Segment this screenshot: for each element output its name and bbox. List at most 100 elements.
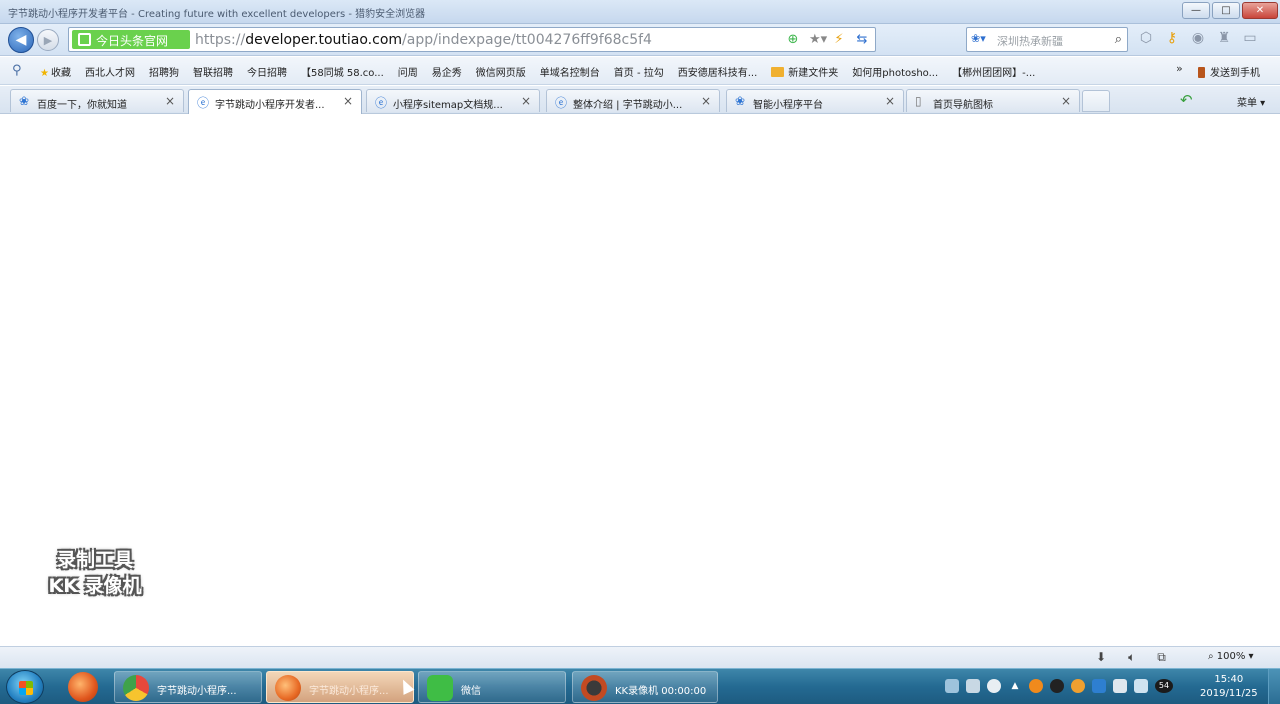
favorite-item[interactable]: 今日招聘	[247, 64, 287, 79]
favorite-item[interactable]: 收藏	[40, 64, 71, 79]
favorite-item[interactable]: 如何用photosho...	[852, 64, 938, 79]
favorite-item[interactable]: 西安德居科技有...	[678, 64, 758, 79]
favorites-more-button[interactable]: »	[1176, 62, 1183, 75]
favorite-star-icon[interactable]: ★▾	[809, 32, 827, 47]
close-icon[interactable]: ×	[885, 94, 895, 108]
game-icon[interactable]: ♜	[1216, 30, 1232, 48]
cheetah-icon[interactable]	[1029, 679, 1043, 693]
ie-icon: ⓔ	[197, 96, 210, 110]
keyboard-icon[interactable]	[966, 679, 980, 693]
tab-smart-miniprogram[interactable]: ❀ 智能小程序平台 ×	[726, 89, 904, 112]
watermark-line-1: 录制工具	[56, 549, 133, 571]
taskbar-item-liebao[interactable]: 字节跳动小程序...	[266, 671, 414, 703]
search-box[interactable]: ❀▾ 深圳热承新疆 ⌕	[966, 27, 1128, 52]
favorite-item[interactable]: 问周	[398, 64, 418, 79]
taskbar: 字节跳动小程序... 字节跳动小程序... 微信 KK录像机 00:00:00 …	[0, 668, 1280, 704]
tab-baidu[interactable]: ❀ 百度一下，你就知道 ×	[10, 89, 184, 112]
key-icon[interactable]: ⚷	[1164, 30, 1180, 48]
tab-bytedance-developer[interactable]: ⓔ 字节跳动小程序开发者... ×	[188, 89, 362, 114]
undo-close-tab-icon[interactable]: ↶	[1180, 91, 1193, 109]
favorites-list: 收藏 西北人才网 招聘狗 智联招聘 今日招聘 【58同城 58.co... 问周…	[40, 64, 1049, 79]
add-icon[interactable]: ⊕	[786, 32, 800, 47]
favorite-item[interactable]: 首页 - 拉勾	[614, 64, 664, 79]
search-input[interactable]: 深圳热承新疆	[997, 33, 1063, 49]
favorite-folder[interactable]: 新建文件夹	[771, 64, 838, 79]
site-verified-badge[interactable]: 今日头条官网	[72, 30, 190, 49]
tab-overview[interactable]: ⓔ 整体介绍 | 字节跳动小... ×	[546, 89, 720, 112]
close-icon[interactable]: ×	[1061, 94, 1071, 108]
send-to-phone-button[interactable]: 发送到手机	[1198, 64, 1260, 79]
favorite-item[interactable]: 招聘狗	[149, 64, 179, 79]
taskbar-item-label: 字节跳动小程序...	[157, 686, 237, 697]
new-tab-button[interactable]	[1082, 90, 1110, 112]
zoom-level: 100% ▾	[1216, 651, 1254, 662]
window-controls: — □ ✕	[1182, 2, 1278, 19]
bluetooth-icon[interactable]	[987, 679, 1001, 693]
window-title-bar: 字节跳动小程序开发者平台 - Creating future with exce…	[0, 0, 1280, 24]
tab-nav-icons[interactable]: ▯ 首页导航图标 ×	[906, 89, 1080, 112]
favorite-item[interactable]: 易企秀	[432, 64, 462, 79]
settings-icon[interactable]: ⬡	[1138, 30, 1154, 48]
tray-expand-icon[interactable]: ▲	[1008, 679, 1022, 693]
window-icon[interactable]: ▭	[1242, 30, 1258, 48]
pinned-browser-icon[interactable]	[68, 672, 98, 702]
baidu-icon: ❀	[735, 94, 746, 108]
favorite-item[interactable]: 【郴州团团网】-...	[952, 64, 1035, 79]
back-arrow-icon[interactable]: ◀	[8, 27, 34, 53]
device-icon[interactable]	[1113, 679, 1127, 693]
recorder-icon	[581, 675, 607, 701]
url-text[interactable]: https://developer.toutiao.com/app/indexp…	[195, 32, 652, 48]
search-icon[interactable]: ⌕	[1115, 32, 1122, 47]
maximize-button[interactable]: □	[1212, 2, 1240, 19]
volume-icon[interactable]: 🔈︎	[1128, 650, 1135, 665]
network-icon[interactable]	[1134, 679, 1148, 693]
download-icon[interactable]: ◉	[1190, 30, 1206, 48]
start-button[interactable]	[6, 670, 44, 704]
favorite-item[interactable]: 西北人才网	[85, 64, 135, 79]
firefox-icon[interactable]	[1071, 679, 1085, 693]
favorites-manager-icon[interactable]: ⚲	[12, 63, 22, 78]
favorite-item[interactable]: 单域名控制台	[540, 64, 600, 79]
wechat-icon	[427, 675, 453, 701]
tab-label: 小程序sitemap文档规...	[393, 100, 503, 111]
download-icon[interactable]: ⬇	[1096, 650, 1106, 665]
compat-mode-icon[interactable]: ⇆	[855, 32, 869, 47]
close-icon[interactable]: ×	[165, 94, 175, 108]
taskbar-item-chrome[interactable]: 字节跳动小程序...	[114, 671, 262, 703]
minimize-button[interactable]: —	[1182, 2, 1210, 19]
tab-label: 字节跳动小程序开发者...	[215, 100, 325, 111]
close-button[interactable]: ✕	[1242, 2, 1278, 19]
favorite-item[interactable]: 智联招聘	[193, 64, 233, 79]
taskbar-item-kk-recorder[interactable]: KK录像机 00:00:00	[572, 671, 718, 703]
tab-label: 首页导航图标	[933, 100, 993, 111]
windows-logo-icon	[19, 681, 33, 695]
favorite-item[interactable]: 微信网页版	[476, 64, 526, 79]
close-icon[interactable]: ×	[343, 94, 353, 108]
close-icon[interactable]: ×	[701, 94, 711, 108]
speed-mode-icon[interactable]: ⚡	[832, 32, 846, 47]
taskbar-item-wechat[interactable]: 微信	[418, 671, 566, 703]
camera-icon[interactable]	[945, 679, 959, 693]
zoom-control[interactable]: ⌕ 100% ▾	[1208, 651, 1254, 662]
address-bar[interactable]: 今日头条官网 https://developer.toutiao.com/app…	[68, 27, 876, 52]
favorites-bar: ⚲ 收藏 西北人才网 招聘狗 智联招聘 今日招聘 【58同城 58.co... …	[0, 57, 1280, 85]
ie-icon: ⓔ	[375, 96, 388, 110]
recorder-watermark: 录制工具 KK 录像机	[30, 547, 160, 599]
tab-label: 智能小程序平台	[753, 100, 823, 111]
search-engine-selector[interactable]: ❀▾	[971, 32, 986, 45]
favorite-item[interactable]: 【58同城 58.co...	[301, 64, 384, 79]
page-content: 录制工具 KK 录像机	[0, 115, 1280, 645]
window-mode-icon[interactable]: ⧉	[1157, 650, 1166, 665]
tray-badge[interactable]: 54	[1155, 679, 1173, 693]
show-desktop-button[interactable]	[1268, 669, 1280, 704]
menu-button[interactable]: 菜单 ▾	[1237, 94, 1265, 109]
forward-arrow-icon[interactable]: ▶	[37, 29, 59, 51]
ie-icon: ⓔ	[555, 96, 568, 110]
security-shield-icon[interactable]	[1092, 679, 1106, 693]
taskbar-item-label: KK录像机 00:00:00	[615, 686, 707, 697]
close-icon[interactable]: ×	[521, 94, 531, 108]
clock[interactable]: 15:40 2019/11/25	[1200, 673, 1258, 701]
tab-sitemap-docs[interactable]: ⓔ 小程序sitemap文档规... ×	[366, 89, 540, 112]
qq-icon[interactable]	[1050, 679, 1064, 693]
tab-label: 整体介绍 | 字节跳动小...	[573, 100, 683, 111]
